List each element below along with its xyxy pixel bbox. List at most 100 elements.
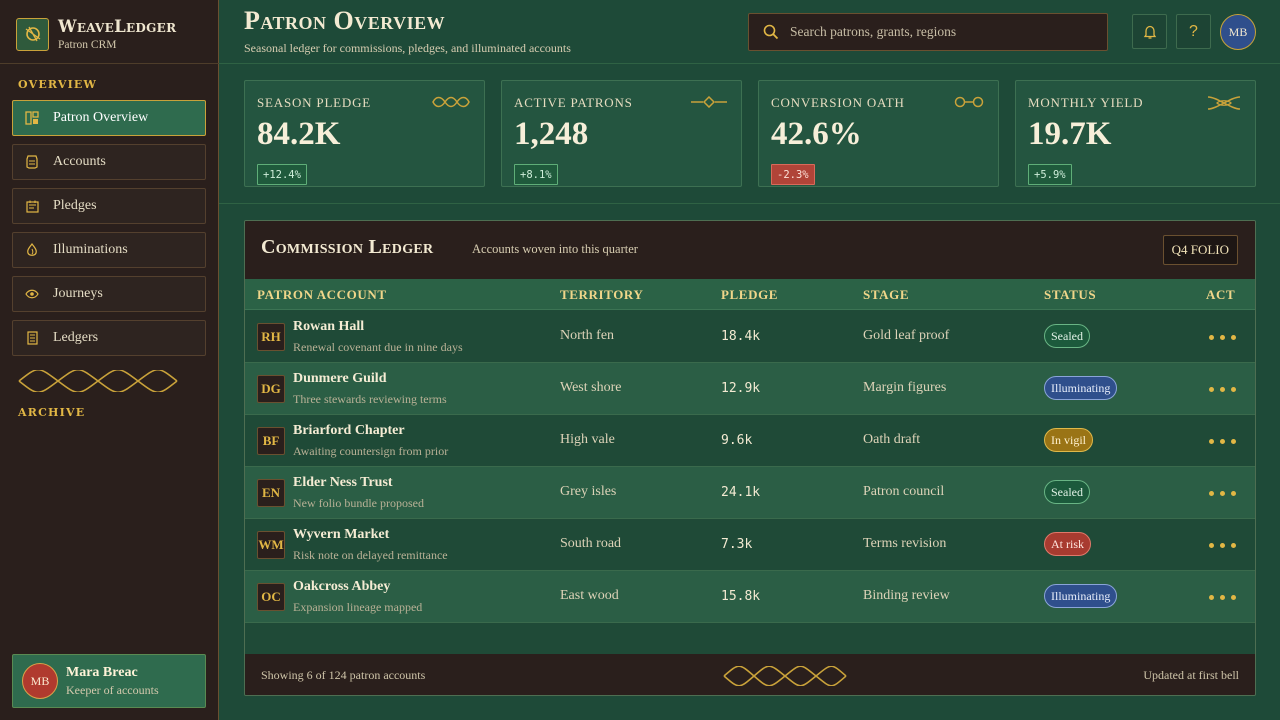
stage-cell: Binding review xyxy=(863,588,950,603)
table-row[interactable]: WM Wyvern Market Risk note on delayed remi… xyxy=(245,519,1255,571)
more-dots-icon xyxy=(1209,595,1214,600)
table-row[interactable]: OC Oakcross Abbey Expansion lineage mapped… xyxy=(245,571,1255,623)
stage-cell: Oath draft xyxy=(863,432,921,447)
kpi-delta: +5.9% xyxy=(1028,164,1072,185)
table-row[interactable]: RH Rowan Hall Renewal covenant due in nine… xyxy=(245,311,1255,363)
user-card[interactable]: MB Mara Breac Keeper of accounts xyxy=(12,654,206,708)
cross-weave-icon xyxy=(1207,96,1241,110)
account-name[interactable]: Oakcross Abbey xyxy=(293,579,390,595)
kpi-label: MONTHLY YIELD xyxy=(1028,95,1144,110)
account-name[interactable]: Wyvern Market xyxy=(293,527,389,543)
more-dots-icon xyxy=(1231,595,1236,600)
folio-button[interactable]: Q4 FOLIO xyxy=(1162,235,1238,265)
kpi-card-conversion-oath[interactable]: CONVERSION OATH 42.6% -2.3% xyxy=(758,80,999,187)
kpi-value: 19.7K xyxy=(1028,116,1112,152)
more-dots-icon xyxy=(1209,491,1214,496)
row-actions-button[interactable] xyxy=(1209,387,1236,392)
sidebar-item-accounts[interactable]: Accounts xyxy=(12,144,206,180)
account-name[interactable]: Dunmere Guild xyxy=(293,371,386,387)
table-header: PATRON ACCOUNT TERRITORY PLEDGE STAGE ST… xyxy=(245,279,1255,310)
more-dots-icon xyxy=(1209,543,1214,548)
territory-cell: East wood xyxy=(560,588,619,603)
stage-cell: Patron council xyxy=(863,484,945,499)
column-header-stage[interactable]: STAGE xyxy=(863,287,909,303)
search-input[interactable] xyxy=(790,24,1090,40)
overview-icon xyxy=(24,110,40,126)
kpi-value: 1,248 xyxy=(514,116,589,152)
ledger-title: Commission Ledger xyxy=(261,236,434,258)
sidebar-item-ledgers[interactable]: Ledgers xyxy=(12,320,206,356)
table-row[interactable]: BF Briarford Chapter Awaiting countersign … xyxy=(245,415,1255,467)
pledge-cell: 7.3k xyxy=(721,537,753,552)
brand[interactable]: WeaveLedger Patron CRM xyxy=(16,16,176,52)
status-badge: Illuminating xyxy=(1044,584,1118,608)
territory-cell: North fen xyxy=(560,328,615,343)
pledge-cell: 24.1k xyxy=(721,485,761,500)
kpi-value: 42.6% xyxy=(771,116,862,152)
row-actions-button[interactable] xyxy=(1209,439,1236,444)
account-name[interactable]: Rowan Hall xyxy=(293,319,364,335)
more-dots-icon xyxy=(1220,335,1225,340)
table-row[interactable]: DG Dunmere Guild Three stewards reviewing … xyxy=(245,363,1255,415)
kpi-card-active-patrons[interactable]: ACTIVE PATRONS 1,248 +8.1% xyxy=(501,80,742,187)
sidebar-item-illuminations[interactable]: Illuminations xyxy=(12,232,206,268)
status-badge: Sealed xyxy=(1044,480,1090,504)
territory-cell: Grey isles xyxy=(560,484,617,499)
row-actions-button[interactable] xyxy=(1209,491,1236,496)
account-name[interactable]: Briarford Chapter xyxy=(293,423,405,439)
accounts-icon xyxy=(24,154,40,170)
account-note: Awaiting countersign from prior xyxy=(293,444,449,458)
account-initials: EN xyxy=(257,479,285,507)
territory-cell: West shore xyxy=(560,380,622,395)
more-dots-icon xyxy=(1231,543,1236,548)
ledger-subtitle: Accounts woven into this quarter xyxy=(472,242,638,256)
kpi-delta: +8.1% xyxy=(514,164,558,185)
stage-cell: Terms revision xyxy=(863,536,947,551)
brand-divider xyxy=(0,63,219,64)
column-header-status[interactable]: STATUS xyxy=(1044,287,1096,303)
row-actions-button[interactable] xyxy=(1209,543,1236,548)
account-name[interactable]: Elder Ness Trust xyxy=(293,475,393,491)
more-dots-icon xyxy=(1209,387,1214,392)
more-dots-icon xyxy=(1231,439,1236,444)
header-divider xyxy=(219,63,1280,64)
kpi-label: SEASON PLEDGE xyxy=(257,95,372,110)
more-dots-icon xyxy=(1220,491,1225,496)
kpi-card-monthly-yield[interactable]: MONTHLY YIELD 19.7K +5.9% xyxy=(1015,80,1256,187)
flame-icon xyxy=(24,242,40,258)
sidebar-item-label: Accounts xyxy=(53,154,106,169)
sidebar-item-pledges[interactable]: Pledges xyxy=(12,188,206,224)
commission-ledger-panel: Commission Ledger Accounts woven into th… xyxy=(244,220,1256,696)
sidebar-item-journeys[interactable]: Journeys xyxy=(12,276,206,312)
diamond-line-icon xyxy=(691,96,727,108)
sidebar-item-label: Ledgers xyxy=(53,330,99,345)
pledge-cell: 18.4k xyxy=(721,329,761,344)
brand-logo-icon xyxy=(16,17,49,51)
column-header-account[interactable]: PATRON ACCOUNT xyxy=(257,287,387,303)
table-row[interactable]: EN Elder Ness Trust New folio bundle propo… xyxy=(245,467,1255,519)
notifications-button[interactable] xyxy=(1132,14,1167,49)
sidebar-item-label: Patron Overview xyxy=(53,110,149,125)
triple-knot-icon xyxy=(432,96,470,108)
pledges-icon xyxy=(24,198,40,214)
column-header-territory[interactable]: TERRITORY xyxy=(560,287,643,303)
account-note: Three stewards reviewing terms xyxy=(293,392,447,406)
column-header-pledge[interactable]: PLEDGE xyxy=(721,287,778,303)
more-dots-icon xyxy=(1209,439,1214,444)
row-actions-button[interactable] xyxy=(1209,335,1236,340)
section-label-archive[interactable]: ARCHIVE xyxy=(18,406,85,419)
search-bar[interactable] xyxy=(748,13,1108,51)
account-initials: DG xyxy=(257,375,285,403)
header-avatar[interactable]: MB xyxy=(1220,14,1256,50)
account-initials: RH xyxy=(257,323,285,351)
column-header-act: ACT xyxy=(1206,287,1236,302)
kpi-card-season-pledge[interactable]: SEASON PLEDGE 84.2K +12.4% xyxy=(244,80,485,187)
pledge-cell: 15.8k xyxy=(721,589,761,604)
more-dots-icon xyxy=(1220,543,1225,548)
more-dots-icon xyxy=(1220,595,1225,600)
row-actions-button[interactable] xyxy=(1209,595,1236,600)
sidebar-item-patron-overview[interactable]: Patron Overview xyxy=(12,100,206,136)
pledge-cell: 12.9k xyxy=(721,381,761,396)
eye-icon xyxy=(24,286,40,302)
help-button[interactable]: ? xyxy=(1176,14,1211,49)
